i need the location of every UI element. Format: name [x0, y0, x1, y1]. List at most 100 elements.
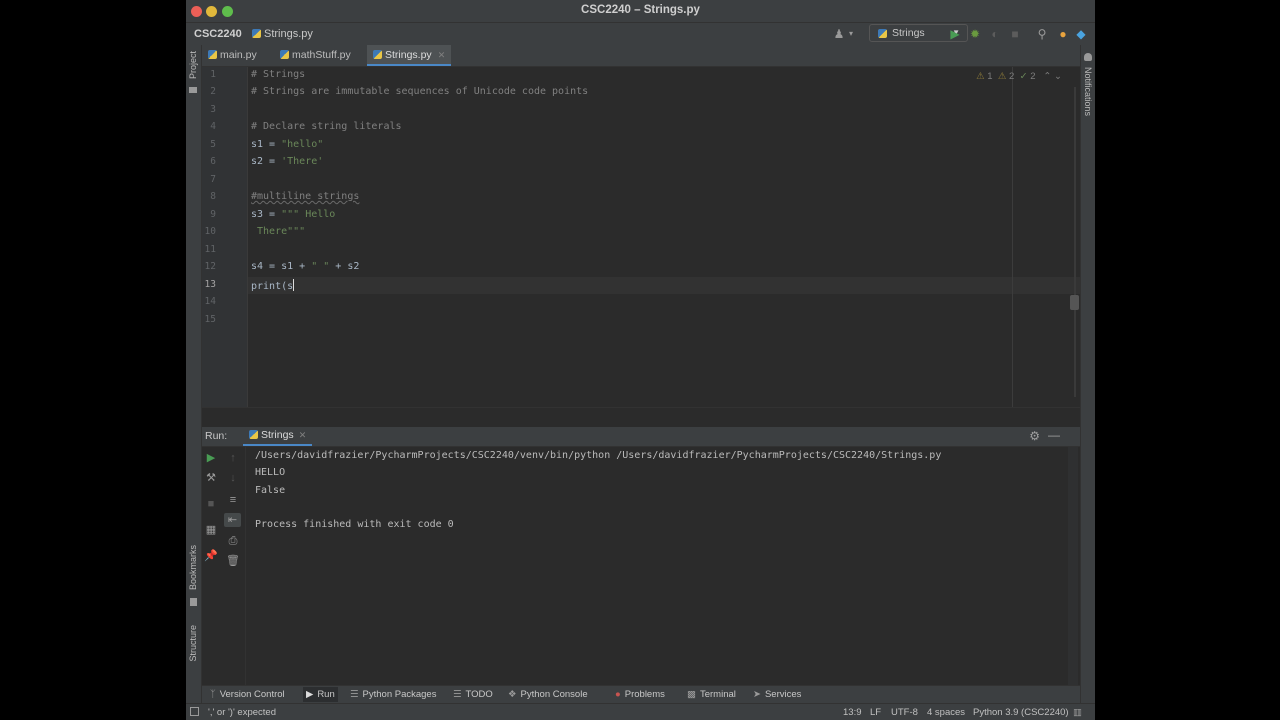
- tab-main-py[interactable]: main.py: [202, 45, 263, 66]
- tab-label: main.py: [220, 49, 257, 61]
- pin-icon[interactable]: 📌: [204, 549, 218, 563]
- line-number: 5: [210, 139, 216, 150]
- stop-icon[interactable]: ■: [1008, 27, 1022, 41]
- tool-label: Problems: [624, 689, 665, 700]
- console-scrollbar[interactable]: [1068, 447, 1078, 685]
- code-line[interactable]: s1 = "hello": [251, 139, 323, 150]
- tab-strings-py[interactable]: Strings.py ✕: [367, 45, 452, 66]
- panel-splitter[interactable]: [202, 407, 1080, 428]
- python-file-icon: [280, 50, 289, 59]
- line-number: 2: [210, 86, 216, 97]
- breadcrumb-project[interactable]: CSC2240: [194, 28, 242, 40]
- navigation-bar: CSC2240 Strings.py ♟ ▾ Strings ▼ ▶ ✹ ◐ ■…: [186, 23, 1095, 46]
- line-number: 4: [210, 121, 216, 132]
- code-variable: s1 =: [251, 139, 282, 150]
- code-line[interactable]: # Strings: [251, 69, 305, 80]
- layout-icon[interactable]: ▦: [204, 523, 218, 537]
- chevron-down-icon[interactable]: ▾: [844, 27, 858, 41]
- tab-label: Strings.py: [385, 49, 432, 61]
- line-number: 7: [210, 174, 216, 185]
- notifications-tool-button[interactable]: Notifications: [1083, 67, 1093, 116]
- left-tool-strip: Project Bookmarks Structure: [186, 45, 202, 705]
- problems-tool[interactable]: ● Problems: [615, 689, 665, 700]
- structure-tool-button[interactable]: Structure: [188, 625, 198, 662]
- terminal-tool[interactable]: ▩ Terminal: [687, 689, 736, 700]
- close-run-tab-icon[interactable]: ✕: [299, 430, 307, 440]
- breadcrumb-file[interactable]: Strings.py: [252, 28, 313, 40]
- trash-icon[interactable]: 🗑: [226, 554, 240, 568]
- wrench-icon[interactable]: ⚒: [204, 471, 218, 485]
- current-line-highlight: [248, 277, 1080, 294]
- bookmarks-tool-button[interactable]: Bookmarks: [188, 545, 198, 590]
- stop-run-icon[interactable]: ■: [204, 497, 218, 511]
- line-number: 3: [210, 104, 216, 115]
- services-tool[interactable]: ➤ Services: [753, 689, 801, 700]
- previous-highlight-icon[interactable]: ⌃: [1043, 71, 1051, 82]
- python-file-icon: [252, 29, 261, 38]
- debug-icon[interactable]: ✹: [968, 27, 982, 41]
- list-icon: ☰: [453, 689, 462, 700]
- soft-wrap-icon[interactable]: ≡: [226, 493, 240, 507]
- profile-icon[interactable]: ◐: [988, 27, 1002, 41]
- line-number-gutter: 1 2 3 4 5 6 7 8 9 10 11 12 13 14 15: [202, 67, 248, 407]
- bell-icon[interactable]: [1084, 53, 1092, 61]
- project-tool-button[interactable]: Project: [188, 51, 198, 79]
- folder-icon: [189, 87, 197, 93]
- python-interpreter[interactable]: Python 3.9 (CSC2240): [973, 707, 1069, 718]
- python-console-tool[interactable]: ❖ Python Console: [508, 689, 588, 700]
- version-control-tool[interactable]: ᛉ Version Control: [210, 689, 285, 700]
- code-line[interactable]: There""": [251, 226, 305, 237]
- run-tab-strings[interactable]: Strings ✕: [243, 427, 313, 446]
- weak-warning-icon: ⚠: [976, 71, 985, 82]
- inspection-widget[interactable]: ⚠ 1 ⚠ 2 ✓ 2 ⌃ ⌄: [976, 71, 1062, 82]
- line-separator[interactable]: LF: [870, 707, 881, 718]
- hide-panel-icon[interactable]: —: [1048, 428, 1060, 442]
- code-line[interactable]: s2 = 'There': [251, 156, 323, 167]
- toggle-tool-windows-icon[interactable]: [190, 707, 199, 716]
- line-number: 12: [204, 261, 216, 272]
- run-tab-label: Strings: [261, 429, 294, 441]
- code-line[interactable]: #multiline strings: [251, 191, 359, 202]
- rerun-icon[interactable]: ▶: [204, 451, 218, 465]
- file-encoding[interactable]: UTF-8: [891, 707, 918, 718]
- todo-tool[interactable]: ☰ TODO: [453, 689, 493, 700]
- console-line: False: [255, 485, 286, 496]
- editor-scrollbar[interactable]: [1074, 87, 1076, 397]
- code-line-current[interactable]: print(s: [251, 279, 295, 292]
- lock-icon[interactable]: ▥: [1073, 707, 1082, 718]
- code-line[interactable]: s4 = s1 + " " + s2: [251, 261, 359, 272]
- code-line[interactable]: s3 = """ Hello: [251, 209, 335, 220]
- line-number: 1: [210, 69, 216, 80]
- editor-scroll-thumb[interactable]: [1070, 295, 1079, 310]
- run-icon[interactable]: ▶: [948, 27, 962, 41]
- python-packages-tool[interactable]: ☰ Python Packages: [350, 689, 436, 700]
- terminal-icon: ▩: [687, 689, 696, 700]
- run-console[interactable]: /Users/davidfrazier/PycharmProjects/CSC2…: [246, 447, 1080, 685]
- run-configuration-label: Strings: [892, 27, 925, 39]
- scroll-down-icon[interactable]: ↓: [226, 471, 240, 485]
- breadcrumb-file-label: Strings.py: [264, 28, 313, 40]
- next-highlight-icon[interactable]: ⌄: [1054, 71, 1062, 82]
- warning-icon: ⚠: [997, 71, 1007, 82]
- right-margin-guide: [1012, 67, 1013, 407]
- tab-mathstuff-py[interactable]: mathStuff.py: [274, 45, 357, 66]
- code-editor[interactable]: 1 2 3 4 5 6 7 8 9 10 11 12 13 14 15 # St…: [202, 67, 1080, 407]
- scroll-up-icon[interactable]: ↑: [226, 451, 240, 465]
- search-icon[interactable]: ⚲: [1035, 27, 1049, 41]
- indent-setting[interactable]: 4 spaces: [927, 707, 965, 718]
- update-icon[interactable]: ●: [1056, 27, 1070, 41]
- scroll-to-end-icon[interactable]: ⇤: [224, 513, 241, 527]
- run-tool[interactable]: ▶ Run: [303, 687, 338, 702]
- bookmark-icon: [190, 598, 197, 606]
- python-icon: [249, 430, 258, 439]
- python-file-icon: [208, 50, 217, 59]
- caret-position[interactable]: 13:9: [843, 707, 862, 718]
- services-icon: ➤: [753, 689, 761, 700]
- jetbrains-toolbox-icon[interactable]: ◆: [1074, 27, 1088, 41]
- close-tab-icon[interactable]: ✕: [438, 50, 446, 60]
- code-line[interactable]: # Declare string literals: [251, 121, 402, 132]
- code-line[interactable]: # Strings are immutable sequences of Uni…: [251, 86, 588, 97]
- settings-gear-icon[interactable]: ⚙: [1029, 429, 1040, 443]
- print-icon[interactable]: ⎙: [226, 534, 240, 548]
- tool-label: Terminal: [699, 689, 736, 700]
